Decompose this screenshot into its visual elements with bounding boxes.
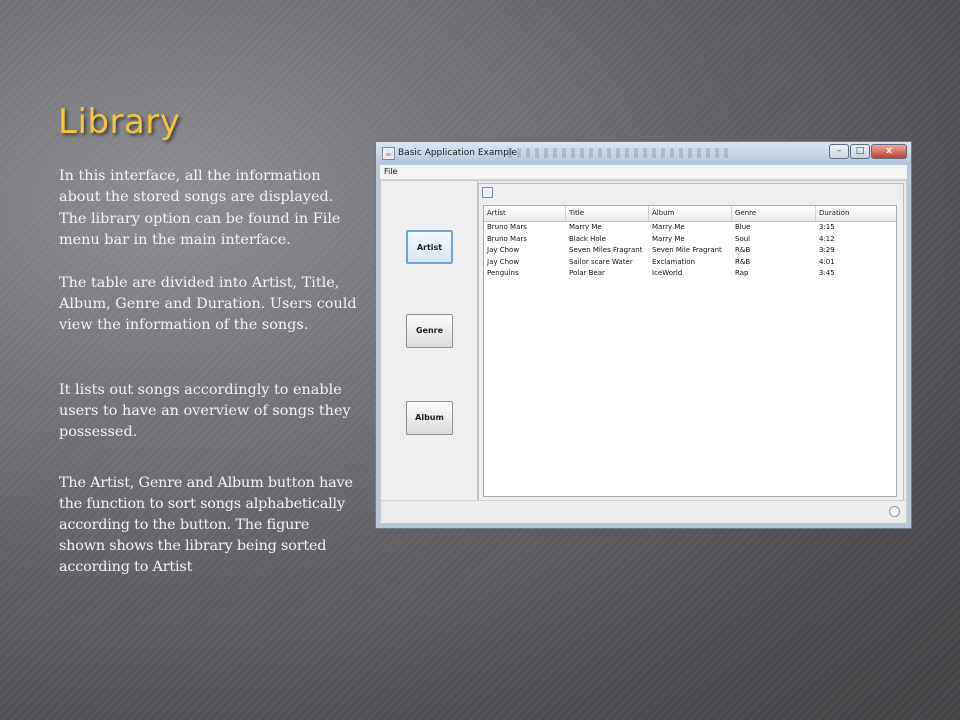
taskbar-clutter [508, 148, 728, 158]
cell-genre: R&B [735, 257, 751, 266]
column-header-genre[interactable]: Genre [732, 206, 816, 221]
menu-file[interactable]: File [384, 167, 397, 176]
minimize-button[interactable]: – [829, 144, 849, 159]
sort-panel: Artist Genre Album [381, 181, 478, 501]
window-title: Basic Application Example [398, 148, 517, 158]
cell-genre: Soul [735, 234, 751, 243]
column-header-title[interactable]: Title [566, 206, 649, 221]
app-window-screenshot: ☕ Basic Application Example – □ x File A… [375, 141, 912, 529]
cell-album: IceWorld [652, 269, 683, 277]
cell-artist: Penguins [487, 269, 519, 277]
library-internal-frame: Artist Title Album Genre Duration Bruno … [478, 183, 904, 501]
cell-album: Exclamation [652, 257, 696, 266]
paragraph-2: The library option can be found in File … [59, 211, 341, 248]
frame-icon [482, 187, 493, 198]
cell-duration: 3:15 [819, 223, 835, 231]
cell-genre: Rap [735, 269, 749, 277]
column-header-duration[interactable]: Duration [816, 206, 906, 221]
table-row[interactable]: Bruno Mars Marry Me Marry Me Blue 3:15 [484, 222, 896, 234]
cell-album: Seven Mile Fragrant [652, 246, 722, 254]
status-bar [381, 500, 906, 523]
cell-genre: R&B [735, 246, 751, 254]
sort-genre-button[interactable]: Genre [406, 314, 453, 348]
cell-artist: Bruno Mars [487, 234, 527, 243]
paragraph-3: The table are divided into Artist, Title… [59, 275, 357, 333]
table-row[interactable]: Jay Chow Seven Miles Fragrant Seven Mile… [484, 245, 896, 257]
menu-bar: File [380, 165, 907, 180]
table-row[interactable]: Penguins Polar Bear IceWorld Rap 3:45 [484, 268, 896, 280]
window-titlebar: ☕ Basic Application Example – □ x [376, 142, 911, 165]
paragraph-1: In this interface, all the information a… [59, 168, 334, 205]
sort-album-button[interactable]: Album [406, 401, 453, 435]
cell-artist: Bruno Mars [487, 223, 527, 231]
cell-duration: 3:29 [819, 246, 835, 254]
slide-title: Library [58, 102, 181, 142]
paragraph-5: The Artist, Genre and Album button have … [59, 475, 353, 575]
cell-album: Marry Me [652, 223, 685, 231]
cell-artist: Jay Chow [487, 246, 520, 254]
cell-genre: Blue [735, 223, 751, 231]
cell-duration: 4:01 [819, 257, 835, 266]
sort-artist-button[interactable]: Artist [406, 230, 453, 264]
cell-title: Sailor scare Water [569, 257, 633, 266]
close-button[interactable]: x [871, 144, 907, 159]
column-header-artist[interactable]: Artist [484, 206, 566, 221]
cell-duration: 4:12 [819, 234, 835, 243]
cell-title: Seven Miles Fragrant [569, 246, 643, 254]
column-header-album[interactable]: Album [649, 206, 732, 221]
java-cup-icon: ☕ [382, 147, 395, 160]
cell-title: Marry Me [569, 223, 602, 231]
table-header: Artist Title Album Genre Duration [484, 206, 896, 222]
window-content: Artist Genre Album Artist Title Album Ge… [380, 180, 907, 524]
table-row[interactable]: Jay Chow Sailor scare Water Exclamation … [484, 257, 896, 269]
cell-title: Black Hole [569, 234, 606, 243]
maximize-button[interactable]: □ [850, 144, 870, 159]
cell-album: Marry Me [652, 234, 685, 243]
circle-icon [889, 506, 900, 517]
table-row[interactable]: Bruno Mars Black Hole Marry Me Soul 4:12 [484, 234, 896, 246]
cell-duration: 3:45 [819, 269, 835, 277]
library-table: Artist Title Album Genre Duration Bruno … [483, 205, 897, 497]
cell-artist: Jay Chow [487, 257, 520, 266]
paragraph-4: It lists out songs accordingly to enable… [59, 382, 351, 440]
cell-title: Polar Bear [569, 269, 605, 277]
